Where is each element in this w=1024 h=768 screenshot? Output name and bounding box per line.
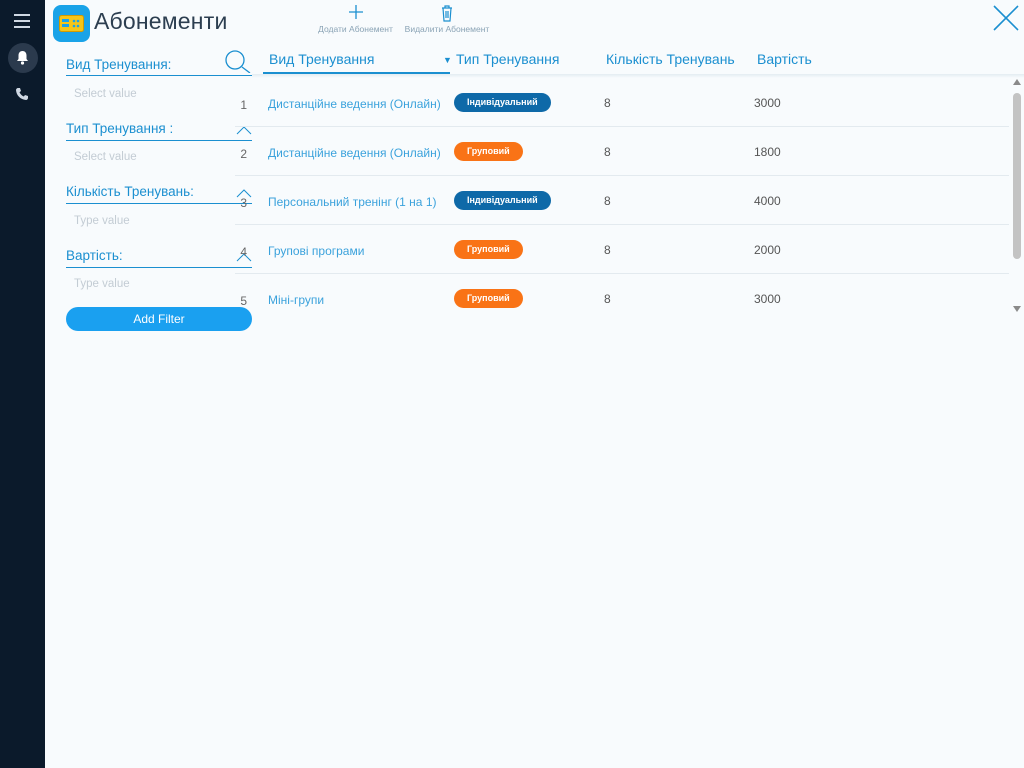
training-type-badge: Індивідуальний <box>454 191 551 210</box>
filter-value-training-kind[interactable]: Select value <box>74 88 137 100</box>
filter-underline <box>66 75 252 76</box>
scroll-down-arrow[interactable] <box>1012 305 1022 313</box>
price-cell: 3000 <box>754 96 781 110</box>
training-kind-cell[interactable]: Персональний тренінг (1 на 1) <box>268 195 437 209</box>
training-type-badge: Груповий <box>454 289 523 308</box>
column-header-training-count[interactable]: Кількість Тренувань <box>606 51 735 67</box>
delete-subscription-button[interactable]: Видалити Абонемент <box>400 4 494 34</box>
table-row[interactable]: 1 Дистанційне ведення (Онлайн) Індивідуа… <box>235 78 1009 127</box>
notifications-button[interactable] <box>8 43 38 73</box>
filter-label-training-kind: Вид Тренування: <box>66 57 172 72</box>
add-subscription-button[interactable]: Додати Абонемент <box>313 4 398 34</box>
page-title: Абонементи <box>94 8 228 34</box>
close-icon[interactable] <box>992 4 1020 32</box>
training-kind-cell[interactable]: Дистанційне ведення (Онлайн) <box>268 146 441 160</box>
phone-icon[interactable] <box>15 87 29 101</box>
filter-underline <box>66 267 252 268</box>
table-row[interactable]: 2 Дистанційне ведення (Онлайн) Груповий … <box>235 127 1009 176</box>
filter-label-price: Вартість: <box>66 248 123 263</box>
table-row[interactable]: 5 Міні-групи Груповий 8 3000 <box>235 274 1009 323</box>
sort-desc-icon[interactable]: ▼ <box>443 55 452 65</box>
row-number: 2 <box>240 147 247 161</box>
training-kind-cell[interactable]: Дистанційне ведення (Онлайн) <box>268 97 441 111</box>
training-type-badge: Груповий <box>454 240 523 259</box>
training-count-cell: 8 <box>604 243 611 257</box>
add-filter-button[interactable]: Add Filter <box>66 307 252 331</box>
row-number: 4 <box>240 245 247 259</box>
filter-value-price[interactable]: Type value <box>74 278 130 290</box>
row-number: 1 <box>240 98 247 112</box>
delete-subscription-label: Видалити Абонемент <box>404 24 490 34</box>
training-count-cell: 8 <box>604 194 611 208</box>
scrollbar-thumb[interactable] <box>1013 93 1021 259</box>
row-number: 5 <box>240 294 247 308</box>
training-type-badge: Груповий <box>454 142 523 161</box>
left-rail <box>0 0 45 768</box>
column-header-training-type[interactable]: Тип Тренування <box>456 51 559 67</box>
add-subscription-label: Додати Абонемент <box>318 24 393 34</box>
training-count-cell: 8 <box>604 292 611 306</box>
training-count-cell: 8 <box>604 145 611 159</box>
row-number: 3 <box>240 196 247 210</box>
bell-icon <box>17 51 28 65</box>
training-type-badge: Індивідуальний <box>454 93 551 112</box>
menu-icon[interactable] <box>14 14 30 28</box>
training-kind-cell[interactable]: Міні-групи <box>268 293 324 307</box>
price-cell: 1800 <box>754 145 781 159</box>
filter-label-training-count: Кількість Тренувань: <box>66 184 194 199</box>
filter-value-training-count[interactable]: Type value <box>74 215 130 227</box>
price-cell: 2000 <box>754 243 781 257</box>
search-icon[interactable] <box>224 49 252 73</box>
filter-underline <box>66 140 252 141</box>
column-header-price[interactable]: Вартість <box>757 51 812 67</box>
price-cell: 4000 <box>754 194 781 208</box>
column-header-training-kind[interactable]: Вид Тренування <box>269 51 374 67</box>
ticket-icon <box>59 15 84 32</box>
filter-label-training-type: Тип Тренування : <box>66 121 174 136</box>
table-row[interactable]: 4 Групові програми Груповий 8 2000 <box>235 225 1009 274</box>
training-kind-cell[interactable]: Групові програми <box>268 244 364 258</box>
app-logo <box>53 5 90 42</box>
training-count-cell: 8 <box>604 96 611 110</box>
scroll-up-arrow[interactable] <box>1012 78 1022 86</box>
table-row[interactable]: 3 Персональний тренінг (1 на 1) Індивіду… <box>235 176 1009 225</box>
filter-underline <box>66 203 252 204</box>
trash-icon <box>442 5 452 22</box>
price-cell: 3000 <box>754 292 781 306</box>
filter-value-training-type[interactable]: Select value <box>74 151 137 163</box>
plus-icon <box>348 5 363 19</box>
